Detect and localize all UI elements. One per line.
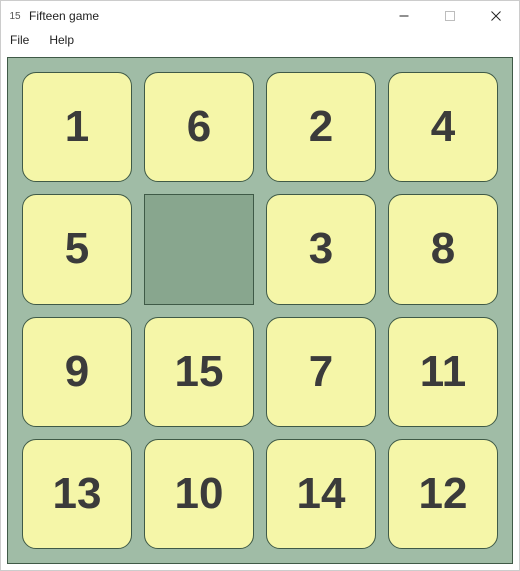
tile[interactable]: 14	[266, 439, 376, 549]
menubar: File Help	[1, 31, 519, 51]
menu-help[interactable]: Help	[46, 32, 77, 48]
tile[interactable]: 1	[22, 72, 132, 182]
empty-slot	[144, 194, 254, 304]
tile[interactable]: 2	[266, 72, 376, 182]
close-button[interactable]	[473, 1, 519, 31]
board-container: 1 6 2 4 5 3 8 9 15 7 11 13 10 14 12	[1, 51, 519, 570]
window-controls	[381, 1, 519, 31]
tile[interactable]: 4	[388, 72, 498, 182]
minimize-icon	[399, 11, 409, 21]
tile[interactable]: 10	[144, 439, 254, 549]
tile[interactable]: 12	[388, 439, 498, 549]
app-window: 15 Fifteen game File Help	[0, 0, 520, 571]
game-board: 1 6 2 4 5 3 8 9 15 7 11 13 10 14 12	[7, 57, 513, 564]
titlebar[interactable]: 15 Fifteen game	[1, 1, 519, 31]
tile[interactable]: 6	[144, 72, 254, 182]
tile[interactable]: 3	[266, 194, 376, 304]
tile[interactable]: 8	[388, 194, 498, 304]
tile[interactable]: 15	[144, 317, 254, 427]
tile[interactable]: 13	[22, 439, 132, 549]
maximize-icon	[445, 11, 455, 21]
window-title: Fifteen game	[29, 9, 99, 23]
tile[interactable]: 11	[388, 317, 498, 427]
close-icon	[491, 11, 501, 21]
menu-file[interactable]: File	[7, 32, 32, 48]
tile[interactable]: 7	[266, 317, 376, 427]
tile[interactable]: 9	[22, 317, 132, 427]
minimize-button[interactable]	[381, 1, 427, 31]
tile[interactable]: 5	[22, 194, 132, 304]
maximize-button[interactable]	[427, 1, 473, 31]
app-icon: 15	[7, 8, 23, 24]
